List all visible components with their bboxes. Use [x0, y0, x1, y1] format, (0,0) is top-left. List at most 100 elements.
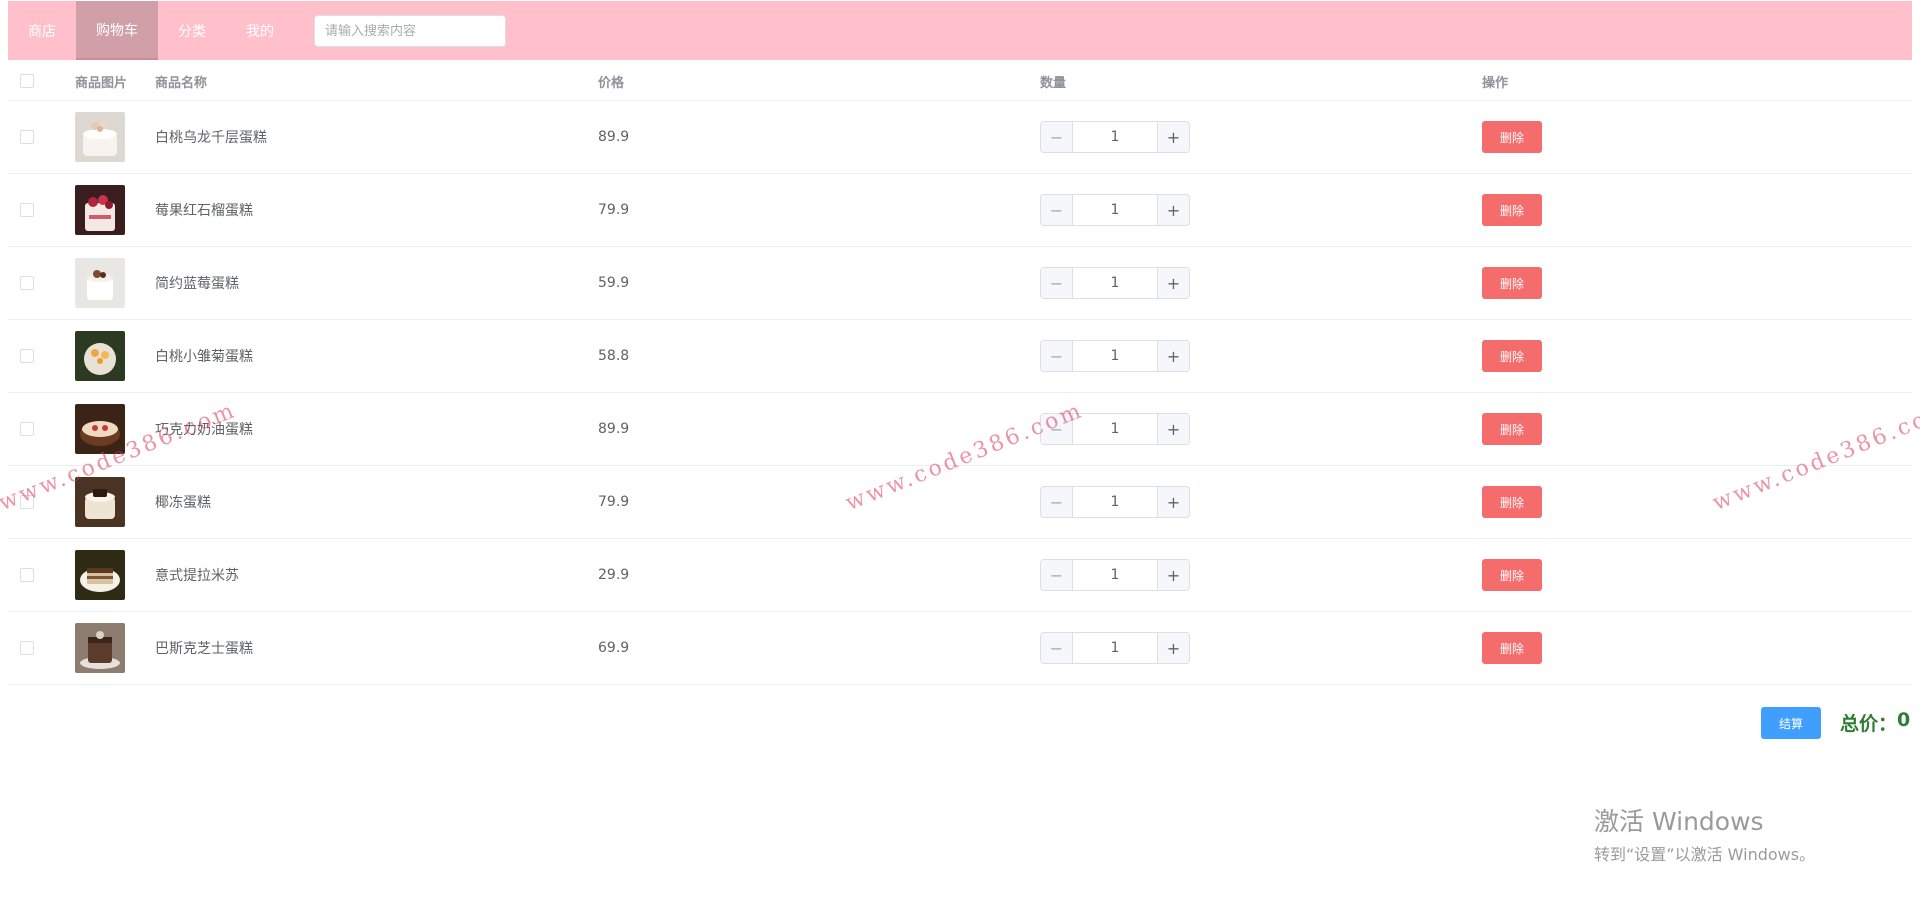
- delete-button[interactable]: 删除: [1482, 340, 1542, 372]
- quantity-input[interactable]: [1073, 268, 1157, 298]
- nav-item-cart[interactable]: 购物车: [76, 1, 158, 60]
- increase-button[interactable]: +: [1157, 122, 1189, 152]
- increase-button[interactable]: +: [1157, 560, 1189, 590]
- product-name: 意式提拉米苏: [155, 568, 239, 584]
- product-price: 79.9: [598, 494, 630, 510]
- delete-button[interactable]: 删除: [1482, 559, 1542, 591]
- product-price: 59.9: [598, 275, 630, 291]
- row-checkbox[interactable]: [20, 349, 34, 363]
- windows-activation-notice: 激活 Windows 转到“设置”以激活 Windows。: [1594, 802, 1815, 865]
- select-all-checkbox[interactable]: [20, 74, 34, 88]
- increase-button[interactable]: +: [1157, 341, 1189, 371]
- header-name: 商品名称: [155, 75, 208, 91]
- quantity-input[interactable]: [1073, 341, 1157, 371]
- header-image: 商品图片: [75, 75, 128, 91]
- row-checkbox[interactable]: [20, 203, 34, 217]
- nav-item-category[interactable]: 分类: [158, 1, 226, 60]
- product-name: 莓果红石榴蛋糕: [155, 203, 253, 219]
- decrease-button[interactable]: −: [1041, 560, 1073, 590]
- product-name: 巴斯克芝士蛋糕: [155, 641, 253, 657]
- product-image: [75, 331, 125, 381]
- quantity-input[interactable]: [1073, 633, 1157, 663]
- total-price: 总价： 0: [1840, 709, 1910, 736]
- cart-table: 商品图片 商品名称 价格 数量 操作 白桃乌龙千层蛋糕 89.9 − + 删除: [8, 62, 1912, 685]
- nav-item-shop[interactable]: 商店: [8, 1, 76, 60]
- quantity-stepper: − +: [1040, 413, 1190, 445]
- nav-item-label: 购物车: [96, 22, 138, 39]
- delete-button[interactable]: 删除: [1482, 413, 1542, 445]
- row-checkbox[interactable]: [20, 495, 34, 509]
- product-name: 巧克力奶油蛋糕: [155, 422, 253, 438]
- increase-button[interactable]: +: [1157, 268, 1189, 298]
- decrease-button[interactable]: −: [1041, 122, 1073, 152]
- increase-button[interactable]: +: [1157, 195, 1189, 225]
- delete-button[interactable]: 删除: [1482, 121, 1542, 153]
- quantity-stepper: − +: [1040, 121, 1190, 153]
- row-checkbox[interactable]: [20, 641, 34, 655]
- product-name: 椰冻蛋糕: [155, 495, 211, 511]
- table-row: 椰冻蛋糕 79.9 − + 删除: [8, 466, 1912, 539]
- table-header-row: 商品图片 商品名称 价格 数量 操作: [8, 62, 1912, 101]
- row-checkbox[interactable]: [20, 568, 34, 582]
- table-row: 意式提拉米苏 29.9 − + 删除: [8, 539, 1912, 612]
- quantity-stepper: − +: [1040, 340, 1190, 372]
- product-price: 58.8: [598, 348, 630, 364]
- table-row: 莓果红石榴蛋糕 79.9 − + 删除: [8, 174, 1912, 247]
- header-operation: 操作: [1482, 75, 1509, 91]
- decrease-button[interactable]: −: [1041, 633, 1073, 663]
- table-row: 巴斯克芝士蛋糕 69.9 − + 删除: [8, 612, 1912, 685]
- activation-title: 激活 Windows: [1594, 807, 1764, 836]
- product-image: [75, 258, 125, 308]
- quantity-stepper: − +: [1040, 267, 1190, 299]
- delete-button[interactable]: 删除: [1482, 486, 1542, 518]
- activation-subtitle: 转到“设置”以激活 Windows。: [1594, 845, 1816, 864]
- product-price: 89.9: [598, 421, 630, 437]
- product-name: 简约蓝莓蛋糕: [155, 276, 239, 292]
- delete-button[interactable]: 删除: [1482, 194, 1542, 226]
- product-image: [75, 477, 125, 527]
- decrease-button[interactable]: −: [1041, 268, 1073, 298]
- quantity-stepper: − +: [1040, 194, 1190, 226]
- row-checkbox[interactable]: [20, 276, 34, 290]
- product-name: 白桃小雏菊蛋糕: [155, 349, 253, 365]
- decrease-button[interactable]: −: [1041, 414, 1073, 444]
- quantity-input[interactable]: [1073, 414, 1157, 444]
- product-image: [75, 550, 125, 600]
- delete-button[interactable]: 删除: [1482, 632, 1542, 664]
- decrease-button[interactable]: −: [1041, 487, 1073, 517]
- top-nav-bar: 商店 购物车 分类 我的: [8, 1, 1912, 60]
- table-row: 简约蓝莓蛋糕 59.9 − + 删除: [8, 247, 1912, 320]
- increase-button[interactable]: +: [1157, 414, 1189, 444]
- table-row: 白桃乌龙千层蛋糕 89.9 − + 删除: [8, 101, 1912, 174]
- header-quantity: 数量: [1040, 75, 1067, 91]
- checkout-button[interactable]: 结算: [1761, 707, 1821, 739]
- product-price: 69.9: [598, 640, 630, 656]
- quantity-input[interactable]: [1073, 122, 1157, 152]
- delete-button[interactable]: 删除: [1482, 267, 1542, 299]
- total-value: 0: [1897, 709, 1911, 731]
- product-price: 29.9: [598, 567, 630, 583]
- product-image: [75, 404, 125, 454]
- quantity-input[interactable]: [1073, 560, 1157, 590]
- quantity-stepper: − +: [1040, 632, 1190, 664]
- total-label: 总价：: [1840, 713, 1898, 735]
- decrease-button[interactable]: −: [1041, 195, 1073, 225]
- search-input[interactable]: [314, 14, 506, 47]
- decrease-button[interactable]: −: [1041, 341, 1073, 371]
- nav-item-mine[interactable]: 我的: [226, 1, 294, 60]
- increase-button[interactable]: +: [1157, 487, 1189, 517]
- product-image: [75, 185, 125, 235]
- table-row: 白桃小雏菊蛋糕 58.8 − + 删除: [8, 320, 1912, 393]
- quantity-input[interactable]: [1073, 195, 1157, 225]
- row-checkbox[interactable]: [20, 130, 34, 144]
- header-price: 价格: [598, 75, 625, 91]
- product-image: [75, 112, 125, 162]
- product-price: 89.9: [598, 129, 630, 145]
- quantity-input[interactable]: [1073, 487, 1157, 517]
- increase-button[interactable]: +: [1157, 633, 1189, 663]
- quantity-stepper: − +: [1040, 559, 1190, 591]
- product-image: [75, 623, 125, 673]
- nav-item-label: 分类: [178, 23, 206, 40]
- row-checkbox[interactable]: [20, 422, 34, 436]
- nav-item-label: 我的: [246, 23, 274, 40]
